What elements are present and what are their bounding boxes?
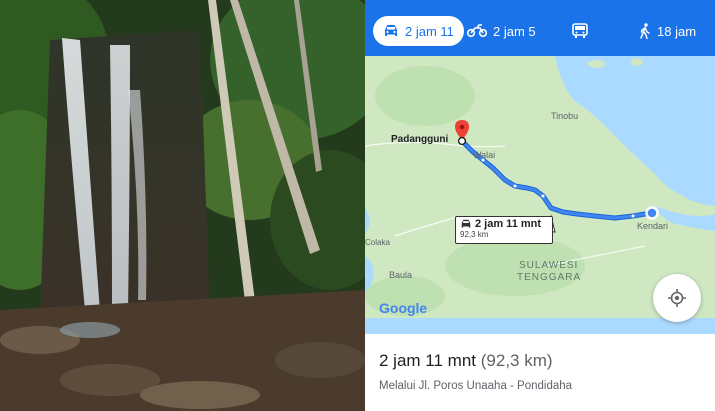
map-label-colaka: Colaka <box>365 238 390 247</box>
walk-icon <box>640 23 650 39</box>
car-icon <box>461 219 471 228</box>
travel-mode-bar: 2 jam 11 2 jam 5 18 jam <box>365 0 715 56</box>
mode-driving-tab[interactable]: 2 jam 11 <box>373 16 464 46</box>
map-label-tinobu: Tinobu <box>551 111 579 121</box>
map-view[interactable]: Padangguni Walai Tinobu Kendari Colaka B… <box>365 56 715 334</box>
map-label-region-1: SULAWESI <box>519 260 579 271</box>
route-summary-panel[interactable]: 2 jam 11 mnt (92,3 km) Melalui Jl. Poros… <box>365 334 715 411</box>
summary-distance: (92,3 km) <box>480 351 553 370</box>
mode-transit-tab[interactable] <box>572 16 594 46</box>
mode-walking-label: 18 jam <box>657 23 697 39</box>
route-callout-distance: 92,3 km <box>460 230 489 239</box>
bus-icon <box>572 23 588 38</box>
my-location-button[interactable] <box>653 274 701 322</box>
maps-panel: 2 jam 11 2 jam 5 18 jam Padangguni Walai… <box>365 0 715 411</box>
map-label-kendari: Kendari <box>637 221 669 231</box>
route-callout-time: 2 jam 11 mnt <box>475 218 542 230</box>
map-label-baula: Baula <box>389 270 413 280</box>
crosshair-icon <box>668 289 686 307</box>
route-via-text: Melalui Jl. Poros Unaaha - Pondidaha <box>379 380 573 392</box>
route-callout[interactable]: 2 jam 11 mnt 92,3 km <box>455 216 553 244</box>
summary-time: 2 jam 11 mnt <box>379 351 477 370</box>
google-logo: Google <box>379 300 428 316</box>
waterfall-photo <box>0 0 365 411</box>
mode-motorcycle-label: 2 jam 5 <box>493 23 536 39</box>
mode-walking-tab[interactable]: 18 jam <box>639 16 696 46</box>
route-summary: 2 jam 11 mnt (92,3 km) <box>379 351 553 371</box>
mode-motorcycle-tab[interactable]: 2 jam 5 <box>467 16 536 46</box>
waterfall-image <box>0 0 365 411</box>
map-label-origin: Padangguni <box>391 134 449 145</box>
map-label-walai: Walai <box>473 150 496 160</box>
motorcycle-icon <box>467 24 487 38</box>
car-icon <box>385 25 397 36</box>
mode-driving-label: 2 jam 11 <box>405 23 454 39</box>
map-label-region-2: TENGGARA <box>517 272 582 283</box>
